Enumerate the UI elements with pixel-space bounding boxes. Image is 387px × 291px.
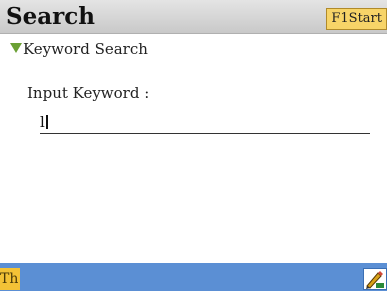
text-caret: [45, 115, 48, 129]
status-bar: Th: [0, 263, 387, 291]
pencil-icon: [366, 271, 384, 289]
app-window: Search F1Start Keyword Search Input Keyw…: [0, 0, 387, 291]
input-mode-indicator[interactable]: Th: [0, 268, 20, 290]
triangle-down-icon: [10, 43, 22, 53]
handwriting-button[interactable]: [363, 268, 387, 290]
page-title: Search: [6, 3, 95, 30]
section-header-label: Keyword Search: [23, 40, 148, 58]
keyword-search-section-toggle[interactable]: Keyword Search: [10, 40, 148, 58]
keyword-input-label: Input Keyword :: [27, 84, 150, 102]
title-bar: Search F1Start: [0, 0, 387, 34]
keyword-input-value: l: [40, 113, 45, 131]
keyword-input[interactable]: l: [40, 112, 370, 134]
start-button[interactable]: F1Start: [326, 8, 387, 30]
